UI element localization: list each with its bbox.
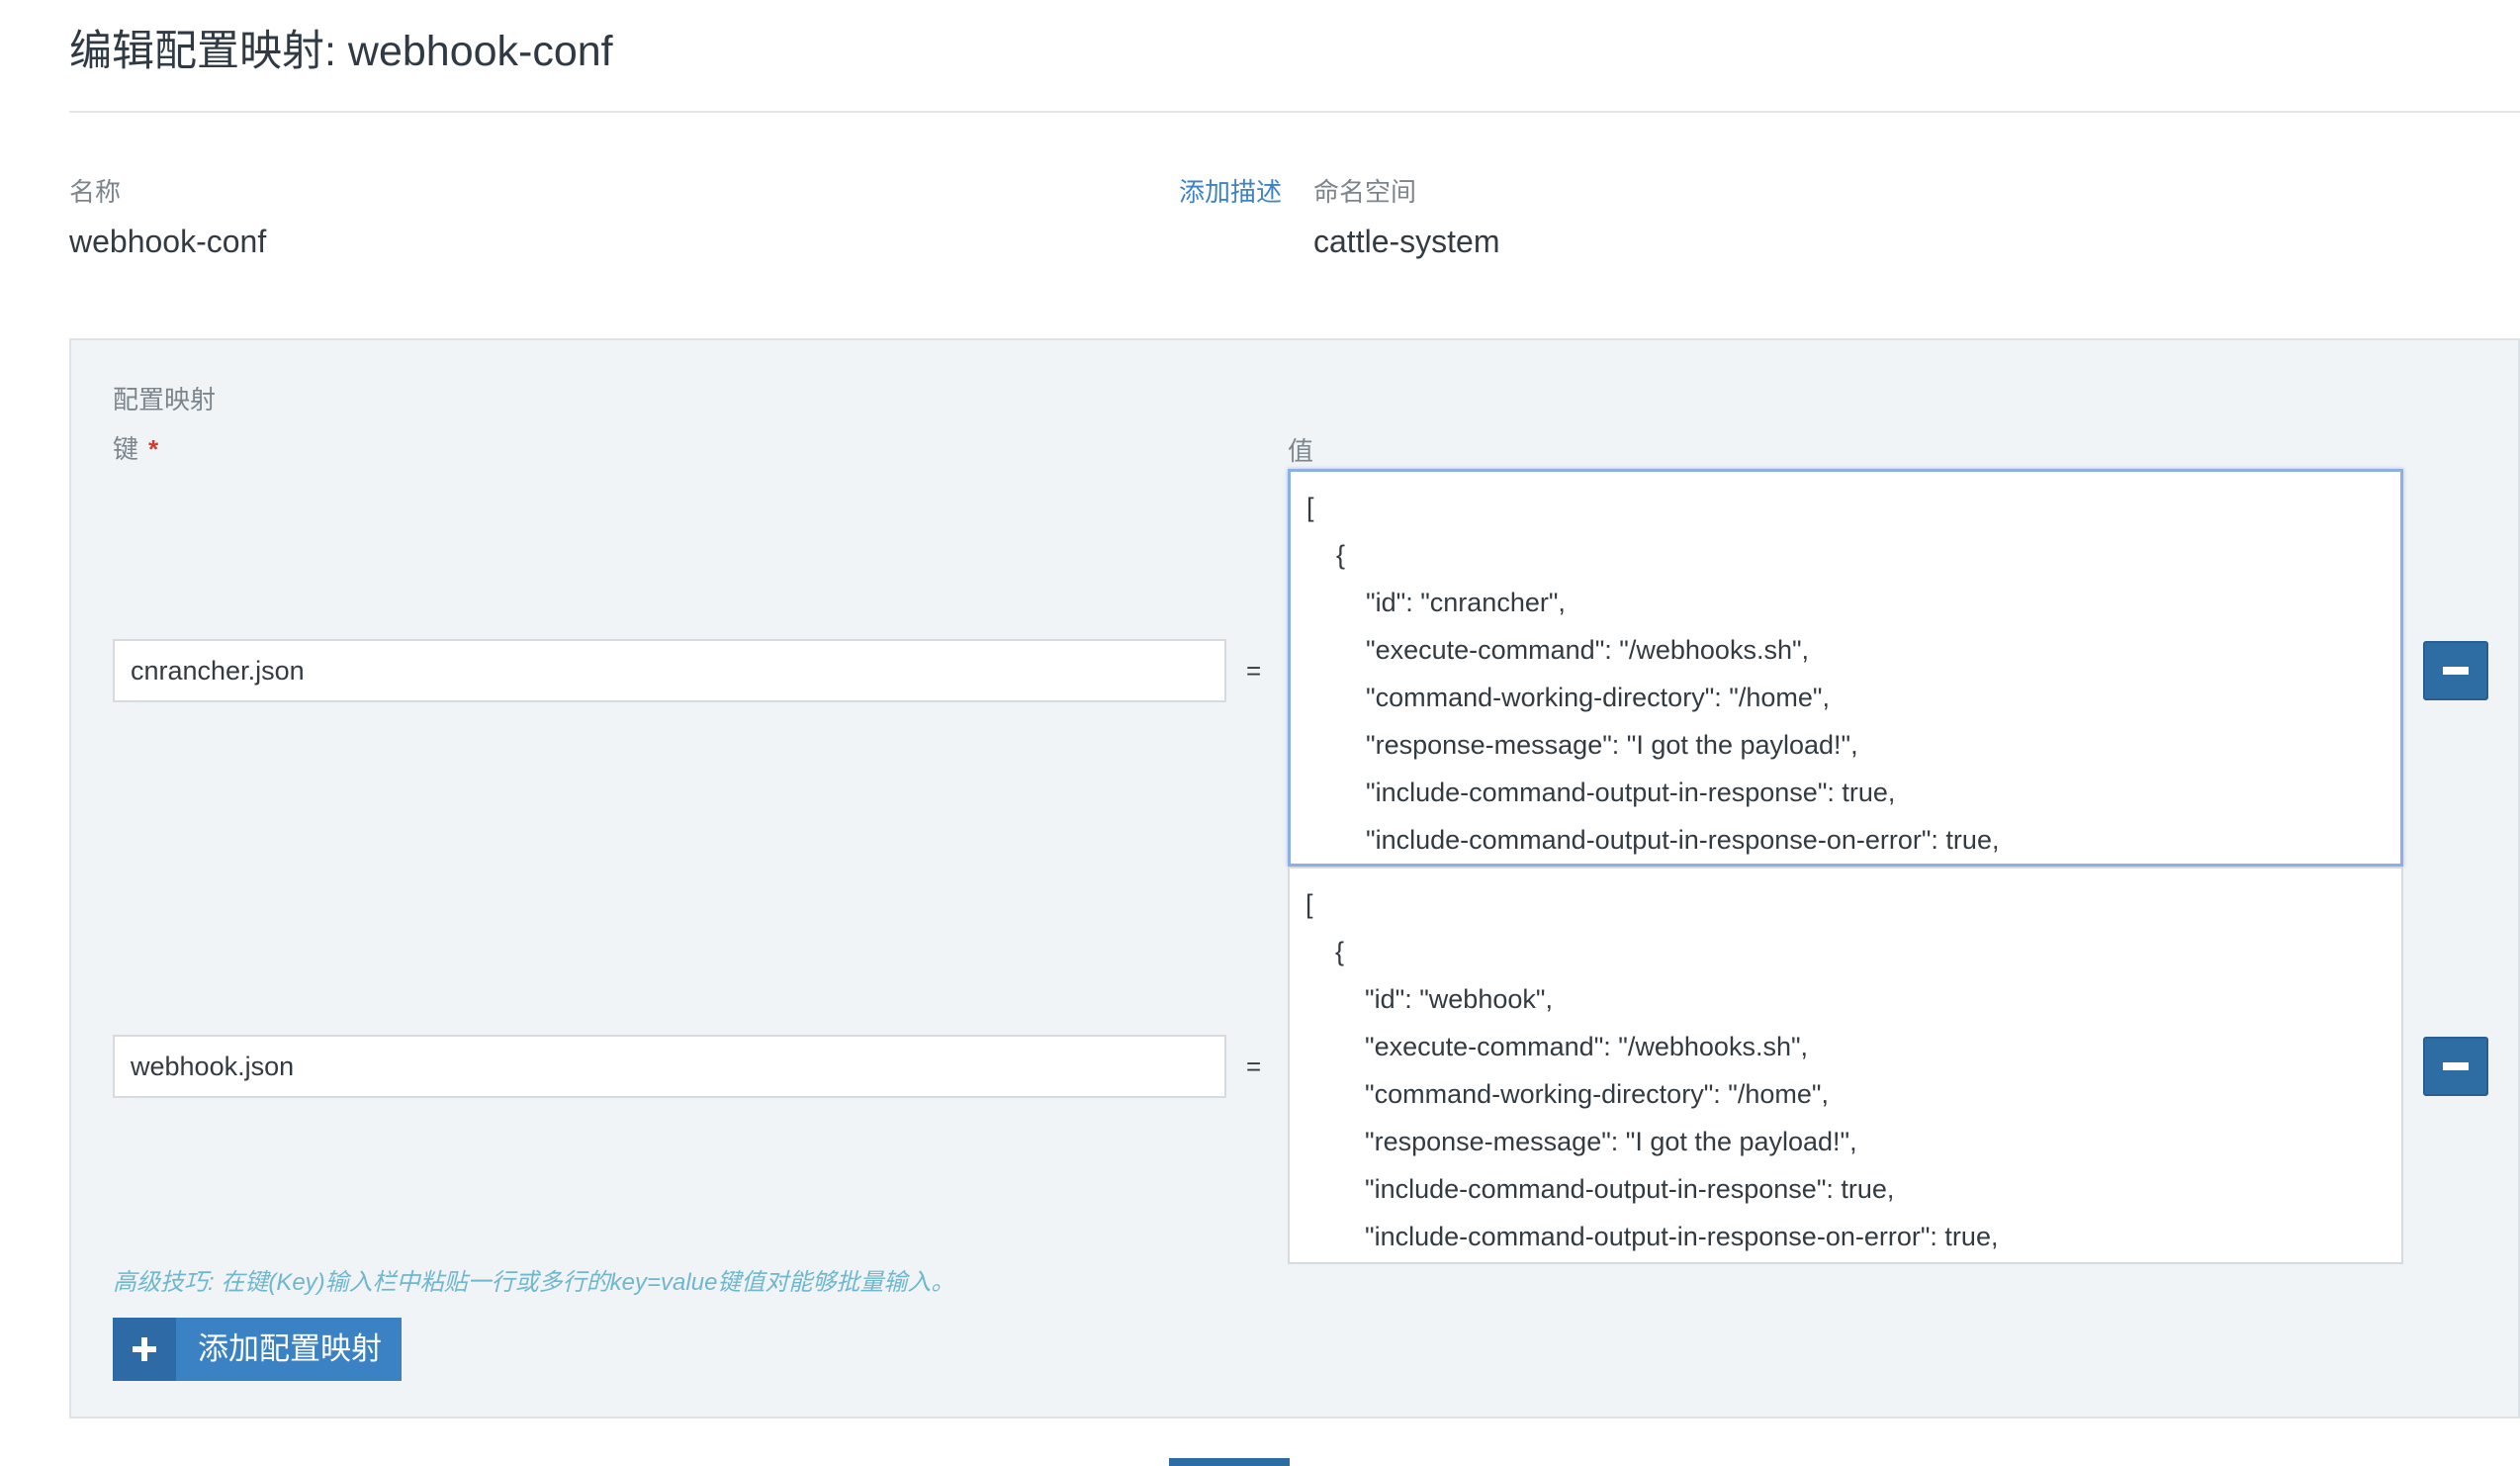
code-line: [ [1305,889,1313,919]
code-line: [ [1306,493,1314,522]
equals-sign: = [1246,1052,1262,1081]
namespace-value: cattle-system [1313,224,1500,259]
code-line: "include-command-output-in-response": tr… [1305,1174,1895,1204]
equals-sign: = [1246,656,1262,686]
code-line: "id": "webhook", [1305,984,1553,1014]
key-input-webhook[interactable] [113,1035,1226,1098]
name-label: 名称 [69,177,122,207]
value-textarea-cnrancher[interactable]: [ { "id": "cnrancher", "execute-command"… [1288,469,2403,867]
key-label-text: 键 [113,434,139,464]
remove-entry-button-webhook[interactable] [2423,1037,2488,1096]
code-line: "include-command-output-in-response-on-e… [1306,825,2000,855]
code-line: "include-command-output-in-response-on-e… [1305,1222,1999,1251]
code-line: "include-command-output-in-response": tr… [1306,778,1896,807]
code-line: "id": "cnrancher", [1306,588,1566,617]
code-line: "response-message": "I got the payload!"… [1305,1127,1857,1156]
code-line: { [1305,937,1345,966]
code-line: "response-message": "I got the payload!"… [1306,730,1858,760]
add-description-link[interactable]: 添加描述 [1179,176,1282,208]
minus-icon [2443,1062,2469,1070]
plus-icon [133,1337,156,1361]
save-button-partial[interactable] [1169,1458,1290,1466]
value-column-label: 值 [1288,436,1314,466]
minus-icon [2443,667,2469,675]
add-config-map-label: 添加配置映射 [198,1331,382,1366]
config-map-heading: 配置映射 [113,385,217,414]
title-divider [69,111,2520,113]
plus-icon-box [113,1318,176,1381]
code-line: "command-working-directory": "/home", [1305,1079,1829,1109]
pro-tip: 高级技巧: 在键(Key)输入栏中粘贴一行或多行的key=value键值对能够批… [113,1269,955,1296]
name-value: webhook-conf [69,224,267,259]
code-line: { [1306,540,1346,570]
page-title: 编辑配置映射: webhook-conf [69,28,613,75]
code-line: "execute-command": "/webhooks.sh", [1305,1032,1809,1061]
add-config-map-button[interactable]: 添加配置映射 [113,1318,402,1381]
config-map-panel: 配置映射 键* 值 = [ { "id": "cnrancher", "exec… [69,338,2520,1419]
code-line: "command-working-directory": "/home", [1306,683,1830,712]
required-mark: * [148,434,159,464]
namespace-label: 命名空间 [1313,177,1417,207]
key-input-cnrancher[interactable] [113,639,1226,702]
key-column-label: 键 * [113,433,158,465]
value-textarea-webhook[interactable]: [ { "id": "webhook", "execute-command": … [1288,867,2403,1264]
code-line: "execute-command": "/webhooks.sh", [1306,635,1810,665]
remove-entry-button-cnrancher[interactable] [2423,641,2488,700]
